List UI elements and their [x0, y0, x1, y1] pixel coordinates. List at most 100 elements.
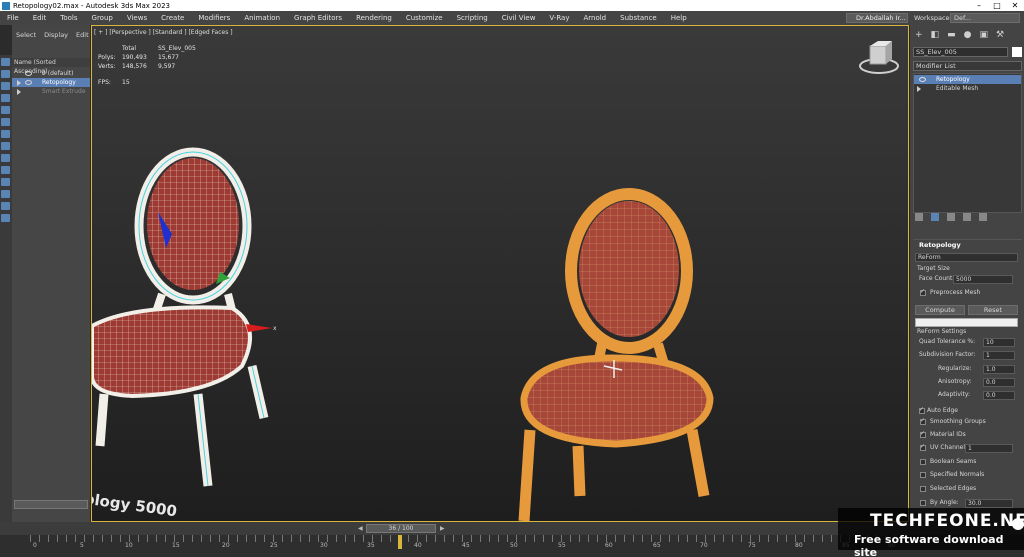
menu-civil-view[interactable]: Civil View: [495, 14, 543, 22]
move-tool-icon[interactable]: [1, 70, 10, 78]
display-tool-icon[interactable]: [1, 190, 10, 198]
explorer-tab-select[interactable]: Select: [16, 31, 40, 39]
show-end-result-icon[interactable]: [931, 213, 939, 221]
view-cube[interactable]: [859, 41, 899, 74]
subdivision-factor-input[interactable]: 1: [983, 351, 1015, 360]
hierarchy-tab-icon[interactable]: ▬: [947, 30, 956, 40]
method-dropdown[interactable]: ReForm: [915, 253, 1018, 262]
auto-edge-checkbox[interactable]: [919, 406, 925, 414]
object-name-field[interactable]: SS_Elev_005: [913, 47, 1008, 57]
layer-tool-icon[interactable]: [1, 178, 10, 186]
menu-customize[interactable]: Customize: [399, 14, 450, 22]
tick-label: 75: [748, 542, 756, 549]
filter-tool-icon[interactable]: [1, 202, 10, 210]
pin-stack-icon[interactable]: [915, 213, 923, 221]
object-color-swatch[interactable]: [1012, 47, 1022, 57]
shape-tool-icon[interactable]: [1, 130, 10, 138]
prev-frame-icon[interactable]: ◀: [358, 525, 363, 532]
explorer-scrollbar[interactable]: [14, 500, 88, 509]
menu-arnold[interactable]: Arnold: [576, 14, 613, 22]
preprocess-mesh-checkbox[interactable]: [920, 288, 926, 296]
stack-item-retopology[interactable]: Retopology: [914, 75, 1021, 84]
menu-file[interactable]: File: [0, 14, 26, 22]
current-frame-marker[interactable]: [398, 535, 402, 549]
eye-icon[interactable]: [919, 77, 926, 82]
material-ids-checkbox[interactable]: [920, 430, 926, 438]
anisotropy-input[interactable]: 0.0: [983, 378, 1015, 387]
system-tool-icon[interactable]: [1, 166, 10, 174]
eye-icon[interactable]: [25, 80, 32, 85]
right-chair-model[interactable]: [518, 188, 714, 521]
expand-arrow-icon[interactable]: [917, 86, 921, 92]
menu-views[interactable]: Views: [120, 14, 154, 22]
axis-x-label: x: [273, 325, 277, 332]
selected-edges-checkbox[interactable]: [920, 486, 926, 492]
remove-modifier-icon[interactable]: [963, 213, 971, 221]
menu-help[interactable]: Help: [664, 14, 694, 22]
explorer-row-smart-extrude[interactable]: Smart Extrude: [12, 87, 90, 96]
workspace-dropdown[interactable]: Def...: [950, 13, 1020, 23]
menu-modifiers[interactable]: Modifiers: [191, 14, 237, 22]
menu-create[interactable]: Create: [154, 14, 191, 22]
uv-channel-checkbox[interactable]: [920, 443, 926, 451]
user-account-button[interactable]: Dr.Abdallah Ir...: [846, 13, 908, 23]
compute-button[interactable]: Compute: [915, 305, 965, 315]
menu-group[interactable]: Group: [85, 14, 120, 22]
maximize-button[interactable]: □: [988, 0, 1006, 11]
explorer-header[interactable]: Name (Sorted Ascending): [12, 58, 90, 75]
menu-animation[interactable]: Animation: [237, 14, 287, 22]
menu-vray[interactable]: V-Ray: [542, 14, 576, 22]
reset-button[interactable]: Reset: [968, 305, 1018, 315]
by-angle-input[interactable]: 30.0: [965, 499, 1013, 508]
face-count-input[interactable]: 5000: [953, 275, 1013, 284]
by-angle-checkbox[interactable]: [920, 500, 926, 506]
create-tab-icon[interactable]: +: [915, 30, 923, 40]
select-tool-icon[interactable]: [1, 58, 10, 66]
stack-item-editable-mesh[interactable]: Editable Mesh: [914, 84, 1021, 93]
perspective-viewport[interactable]: x [ + ] [Perspective ] [Standard ] [Edge…: [91, 25, 909, 522]
expand-arrow-icon[interactable]: [17, 89, 21, 95]
left-chair-model[interactable]: [92, 147, 272, 487]
menu-tools[interactable]: Tools: [53, 14, 84, 22]
modifier-list-dropdown[interactable]: Modifier List: [913, 61, 1022, 71]
viewport-label[interactable]: [ + ] [Perspective ] [Standard ] [Edged …: [94, 29, 233, 36]
utilities-tab-icon[interactable]: ⚒: [996, 30, 1004, 40]
boolean-seams-checkbox[interactable]: [920, 459, 926, 465]
expand-arrow-icon[interactable]: [17, 80, 21, 86]
time-slider[interactable]: 36 / 100: [366, 524, 436, 533]
modify-tab-icon[interactable]: ◧: [931, 30, 940, 40]
uv-channel-input[interactable]: 1: [965, 444, 1013, 453]
adaptivity-input[interactable]: 0.0: [983, 391, 1015, 400]
rollout-title[interactable]: Retopology: [913, 239, 1022, 249]
smoothing-groups-label: Smoothing Groups: [930, 418, 986, 425]
smoothing-groups-checkbox[interactable]: [920, 417, 926, 425]
minimize-button[interactable]: –: [970, 0, 988, 11]
menu-graph-editors[interactable]: Graph Editors: [287, 14, 349, 22]
explorer-row-retopology[interactable]: Retopology: [12, 78, 90, 87]
helper-tool-icon[interactable]: [1, 142, 10, 150]
tick-label: 20: [222, 542, 230, 549]
camera-tool-icon[interactable]: [1, 106, 10, 114]
regularize-input[interactable]: 1.0: [983, 365, 1015, 374]
motion-tab-icon[interactable]: ●: [964, 30, 972, 40]
auto-edge-label: Auto Edge: [927, 407, 958, 414]
menu-edit[interactable]: Edit: [26, 14, 54, 22]
configure-sets-icon[interactable]: [979, 213, 987, 221]
close-button[interactable]: ✕: [1006, 0, 1024, 11]
eye-icon[interactable]: [25, 71, 32, 76]
explorer-row-default-layer[interactable]: 0 (default): [12, 69, 90, 78]
light-tool-icon[interactable]: [1, 118, 10, 126]
spacewarp-tool-icon[interactable]: [1, 154, 10, 162]
menu-rendering[interactable]: Rendering: [349, 14, 399, 22]
quad-tolerance-input[interactable]: 10: [983, 338, 1015, 347]
rotate-tool-icon[interactable]: [1, 82, 10, 90]
display-tab-icon[interactable]: ▣: [979, 30, 988, 40]
scale-tool-icon[interactable]: [1, 94, 10, 102]
hierarchy-tool-icon[interactable]: [1, 214, 10, 222]
make-unique-icon[interactable]: [947, 213, 955, 221]
explorer-tab-display[interactable]: Display: [44, 31, 72, 39]
next-frame-icon[interactable]: ▶: [440, 525, 445, 532]
specified-normals-checkbox[interactable]: [920, 472, 926, 478]
menu-scripting[interactable]: Scripting: [450, 14, 495, 22]
menu-substance[interactable]: Substance: [613, 14, 664, 22]
